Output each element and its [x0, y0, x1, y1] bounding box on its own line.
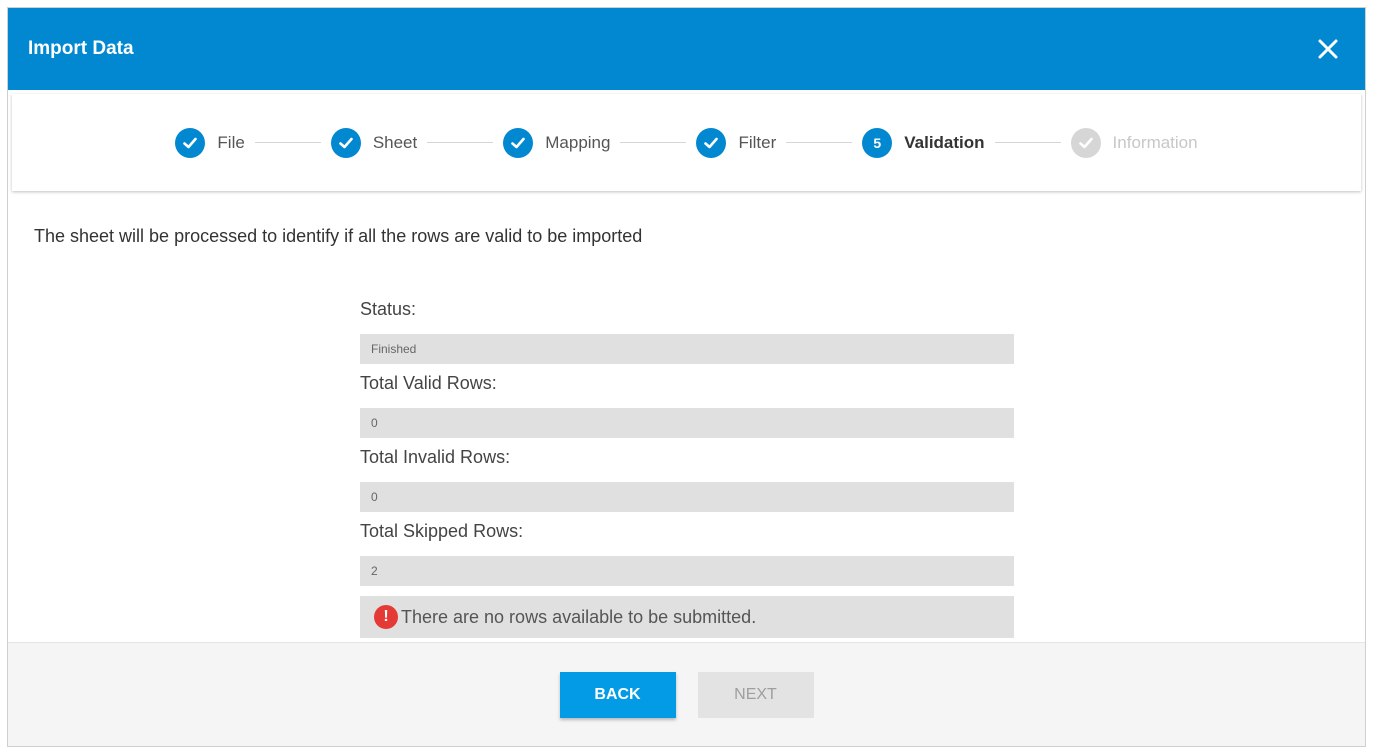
step-connector: [254, 142, 321, 143]
step-sheet[interactable]: Sheet: [330, 127, 418, 158]
step-connector: [427, 142, 494, 143]
intro-text: The sheet will be processed to identify …: [34, 226, 643, 246]
check-icon: [175, 127, 206, 158]
check-icon: [1070, 127, 1101, 158]
step-number: 5: [862, 127, 893, 158]
check-icon: [696, 127, 727, 158]
step-label: File: [217, 132, 245, 152]
status-field: Finished: [360, 334, 1014, 364]
check-icon: [330, 127, 361, 158]
step-label: Validation: [904, 132, 985, 152]
skipped-rows-label: Total Skipped Rows:: [360, 521, 524, 541]
step-validation[interactable]: 5 Validation: [862, 127, 985, 158]
check-icon: [503, 127, 534, 158]
alert-message: There are no rows available to be submit…: [401, 606, 757, 627]
next-button: NEXT: [697, 671, 814, 718]
dialog-title: Import Data: [28, 38, 134, 59]
step-filter[interactable]: Filter: [696, 127, 777, 158]
step-label: Filter: [738, 132, 777, 152]
error-alert: ! There are no rows available to be subm…: [360, 596, 1014, 638]
invalid-rows-label: Total Invalid Rows:: [360, 447, 511, 467]
valid-rows-field: 0: [360, 408, 1014, 438]
validation-form: Status: Finished Total Valid Rows: 0 Tot…: [360, 296, 1014, 638]
import-dialog: Import Data File Sheet Mapping Filter 5 …: [7, 7, 1366, 747]
valid-rows-label: Total Valid Rows:: [360, 373, 497, 393]
dialog-header: Import Data: [8, 8, 1365, 90]
dialog-footer: BACK NEXT: [8, 642, 1365, 746]
skipped-rows-field: 2: [360, 556, 1014, 586]
error-icon: !: [374, 605, 398, 629]
step-mapping[interactable]: Mapping: [503, 127, 611, 158]
step-connector: [786, 142, 853, 143]
back-button[interactable]: BACK: [559, 671, 676, 718]
invalid-rows-field: 0: [360, 482, 1014, 512]
close-icon[interactable]: [1313, 34, 1343, 64]
step-connector: [620, 142, 687, 143]
status-label: Status:: [360, 299, 417, 319]
step-label: Sheet: [372, 132, 418, 152]
step-file[interactable]: File: [175, 127, 245, 158]
step-information: Information: [1070, 127, 1198, 158]
stepper: File Sheet Mapping Filter 5 Validation I…: [175, 127, 1198, 158]
step-label: Information: [1112, 132, 1198, 152]
stepper-card: File Sheet Mapping Filter 5 Validation I…: [12, 94, 1361, 191]
step-label: Mapping: [545, 132, 611, 152]
step-connector: [994, 142, 1061, 143]
